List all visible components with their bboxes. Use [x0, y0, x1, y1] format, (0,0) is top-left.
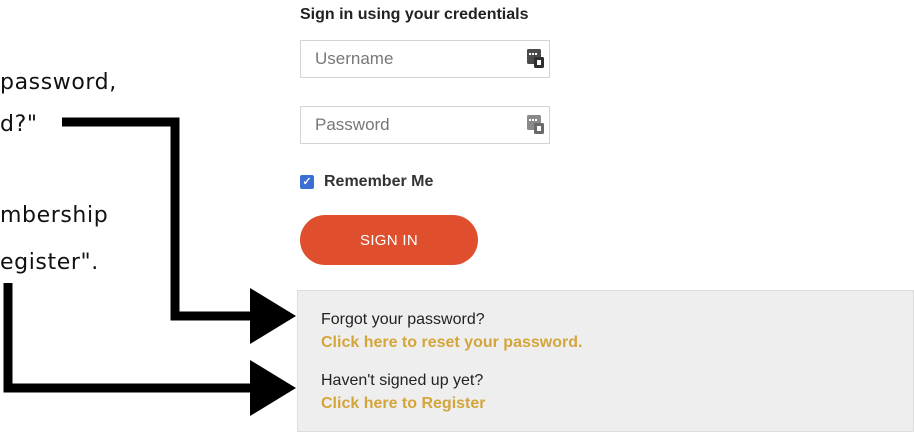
sign-in-button[interactable]: SIGN IN — [300, 215, 478, 265]
password-field — [300, 106, 550, 144]
help-panel: Forgot your password? Click here to rese… — [297, 290, 914, 432]
reset-password-link[interactable]: Click here to reset your password. — [321, 334, 582, 352]
key-icon — [527, 115, 544, 134]
remember-checkbox[interactable]: ✓ — [300, 175, 314, 189]
username-input[interactable] — [301, 41, 511, 77]
username-field — [300, 40, 550, 78]
forgot-arrow — [62, 117, 296, 344]
register-link[interactable]: Click here to Register — [321, 395, 486, 413]
signup-question: Haven't signed up yet? — [321, 372, 484, 389]
key-icon — [527, 49, 544, 68]
form-title: Sign in using your credentials — [300, 6, 529, 23]
remember-label: Remember Me — [324, 173, 434, 190]
remember-me[interactable]: ✓ Remember Me — [300, 173, 433, 191]
forgot-question: Forgot your password? — [321, 311, 485, 328]
password-input[interactable] — [301, 107, 511, 143]
